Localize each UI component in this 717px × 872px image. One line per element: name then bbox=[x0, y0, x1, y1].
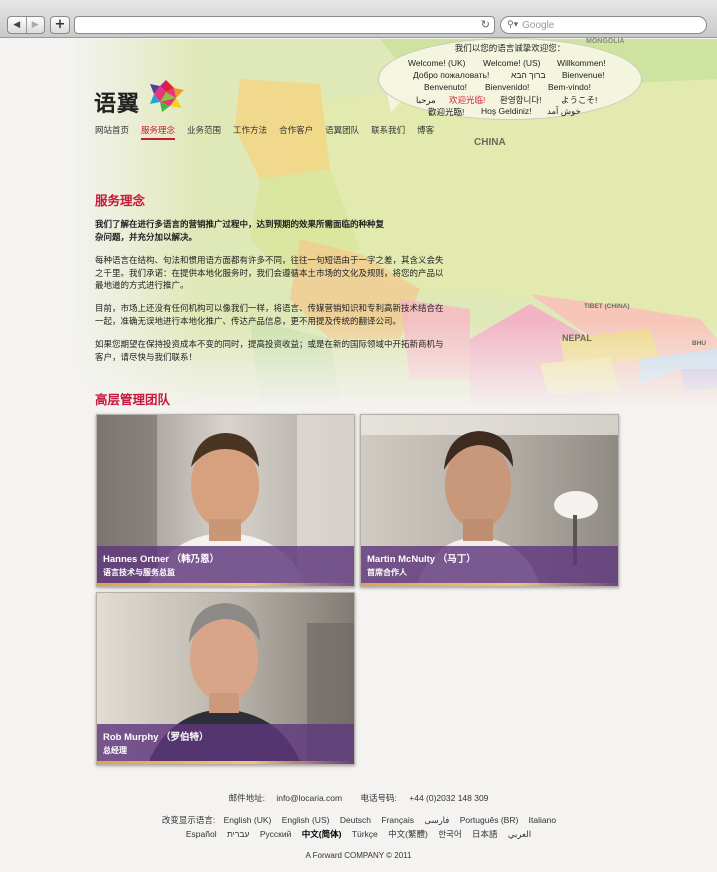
card-accent-bar bbox=[361, 583, 618, 586]
greeting-pt[interactable]: Bem-vindo! bbox=[548, 82, 591, 92]
logo-text[interactable]: 语翼 bbox=[94, 86, 140, 118]
paragraph-2: 每种语言在结构、句法和惯用语方面都有许多不同，往往一句短语由于一字之差，其含义会… bbox=[95, 256, 444, 291]
team-role-rob: 总经理 bbox=[103, 746, 127, 755]
team-name-hannes: Hannes Ortner （韩乃恩） bbox=[103, 554, 220, 565]
lang-ko[interactable]: 한국어 bbox=[438, 829, 461, 839]
copyright: A Forward COMPANY © 2011 bbox=[305, 851, 412, 860]
nav-home[interactable]: 网站首页 bbox=[95, 124, 129, 140]
browser-toolbar: ◀ ▶ + ↻ ⚲▾ bbox=[0, 0, 717, 38]
lang-de[interactable]: Deutsch bbox=[340, 815, 371, 825]
lang-ar[interactable]: العربي bbox=[508, 829, 531, 839]
card-accent-bar bbox=[97, 761, 354, 764]
history-nav: ◀ ▶ bbox=[7, 16, 45, 34]
lang-pt-br[interactable]: Português (BR) bbox=[460, 815, 519, 825]
nav-business-scope[interactable]: 业务范围 bbox=[187, 124, 221, 140]
map-label-nepal: NEPAL bbox=[562, 333, 592, 343]
lang-zh-cn[interactable]: 中文(简体) bbox=[302, 829, 342, 839]
team-card-rob[interactable]: Rob Murphy （罗伯特） 总经理 bbox=[96, 592, 355, 765]
card-accent-bar bbox=[97, 583, 354, 586]
logo-flower-icon[interactable] bbox=[146, 78, 186, 114]
greeting-fr[interactable]: Bienvenue! bbox=[562, 70, 605, 80]
lang-fa[interactable]: فارسی bbox=[424, 815, 449, 825]
intro-paragraph: 我们了解在进行多语言的营销推广过程中，达到预期的效果所需面临的种种复杂问题，并充… bbox=[95, 220, 385, 243]
greeting-zh-tw[interactable]: 歡迎光臨! bbox=[428, 106, 464, 118]
map-label-bhutan: BHU bbox=[692, 340, 707, 347]
greeting-he[interactable]: ברוך הבא bbox=[511, 70, 546, 80]
lang-es[interactable]: Español bbox=[186, 829, 217, 839]
paragraph-3: 目前，市场上还没有任何机构可以像我们一样，将语言、传媒营销知识和专利高新技术结合… bbox=[95, 304, 444, 327]
language-label: 改变显示语言: bbox=[161, 815, 216, 825]
new-tab-button[interactable]: + bbox=[50, 16, 70, 34]
greeting-es[interactable]: Bienvenido! bbox=[485, 82, 529, 92]
lang-zh-tw[interactable]: 中文(繁體) bbox=[388, 829, 428, 839]
greeting-en-uk[interactable]: Welcome! (UK) bbox=[408, 58, 465, 68]
paragraph-4: 如果您期望在保持投资成本不变的同时，提高投资收益；或是在新的国际领域中开拓新商机… bbox=[95, 340, 444, 363]
greeting-it[interactable]: Benvenuto! bbox=[424, 82, 467, 92]
team-card-martin[interactable]: Martin McNulty （马丁） 首席合作人 bbox=[360, 414, 619, 587]
email-link[interactable]: info@locaria.com bbox=[276, 793, 342, 803]
greeting-ja[interactable]: ようこそ! bbox=[561, 94, 597, 106]
search-box[interactable]: ⚲▾ bbox=[500, 16, 707, 34]
lang-it[interactable]: Italiano bbox=[529, 815, 556, 825]
team-name-rob: Rob Murphy （罗伯特） bbox=[103, 732, 209, 743]
lang-ru[interactable]: Русский bbox=[260, 829, 292, 839]
lang-en-uk[interactable]: English (UK) bbox=[224, 815, 272, 825]
forward-arrow-icon[interactable]: ▶ bbox=[25, 17, 45, 33]
lang-he[interactable]: עברית bbox=[227, 829, 249, 839]
team-role-hannes: 语言技术与服务总监 bbox=[103, 568, 175, 577]
main-nav: 网站首页 服务理念 业务范围 工作方法 合作客户 语翼团队 联系我们 博客 bbox=[95, 124, 446, 140]
greeting-ru[interactable]: Добро пожаловать! bbox=[413, 70, 489, 80]
email-label: 邮件地址: bbox=[228, 793, 265, 803]
team-name-martin: Martin McNulty （马丁） bbox=[367, 554, 476, 565]
lang-en-us[interactable]: English (US) bbox=[282, 815, 330, 825]
team-caption-rob: Rob Murphy （罗伯特） 总经理 bbox=[97, 724, 354, 764]
map-label-china: CHINA bbox=[474, 137, 506, 148]
greeting-fa[interactable]: خوش آمد bbox=[547, 106, 581, 117]
greeting-tr[interactable]: Hoş Geldiniz! bbox=[481, 106, 532, 116]
team-role-martin: 首席合作人 bbox=[367, 568, 407, 577]
nav-clients[interactable]: 合作客户 bbox=[279, 124, 313, 140]
lang-tr[interactable]: Türkçe bbox=[352, 829, 378, 839]
lang-ja[interactable]: 日本語 bbox=[472, 829, 498, 839]
greeting-en-us[interactable]: Welcome! (US) bbox=[483, 58, 540, 68]
team-caption-martin: Martin McNulty （马丁） 首席合作人 bbox=[361, 546, 618, 586]
back-arrow-icon[interactable]: ◀ bbox=[8, 17, 26, 33]
nav-work-method[interactable]: 工作方法 bbox=[233, 124, 267, 140]
greeting-ar[interactable]: مرحبا bbox=[416, 95, 436, 106]
language-switcher-row2: Español עברית Русский 中文(简体) Türkçe 中文(繁… bbox=[0, 828, 717, 840]
map-label-tibet: TIBET (CHINA) bbox=[584, 303, 630, 310]
team-card-hannes[interactable]: Hannes Ortner （韩乃恩） 语言技术与服务总监 bbox=[96, 414, 355, 587]
nav-service-philosophy[interactable]: 服务理念 bbox=[141, 124, 176, 140]
bubble-title: 我们以您的语言诚挚欢迎您： bbox=[454, 44, 566, 54]
language-switcher-row1: 改变显示语言: English (UK) English (US) Deutsc… bbox=[0, 814, 717, 826]
lang-fr[interactable]: Français bbox=[381, 815, 414, 825]
nav-contact[interactable]: 联系我们 bbox=[371, 124, 405, 140]
nav-team[interactable]: 语翼团队 bbox=[325, 124, 359, 140]
section-title-service: 服务理念 bbox=[95, 193, 146, 208]
greeting-zh-cn[interactable]: 欢迎光临! bbox=[449, 94, 485, 106]
phone-number: +44 (0)2032 148 309 bbox=[409, 793, 489, 803]
phone-label: 电话号码: bbox=[360, 793, 397, 803]
search-icon: ⚲▾ bbox=[507, 20, 519, 30]
team-caption-hannes: Hannes Ortner （韩乃恩） 语言技术与服务总监 bbox=[97, 546, 354, 586]
footer-contact: 邮件地址: info@locaria.com 电话号码: +44 (0)2032… bbox=[0, 792, 717, 804]
greeting-ko[interactable]: 환영합니다! bbox=[500, 94, 541, 106]
greeting-de[interactable]: Willkommen! bbox=[557, 58, 606, 68]
reload-icon[interactable]: ↻ bbox=[481, 18, 490, 31]
search-input[interactable] bbox=[522, 19, 703, 31]
nav-blog[interactable]: 博客 bbox=[417, 124, 434, 140]
address-bar[interactable]: ↻ bbox=[74, 16, 495, 34]
section-title-team: 高层管理团队 bbox=[95, 392, 171, 407]
